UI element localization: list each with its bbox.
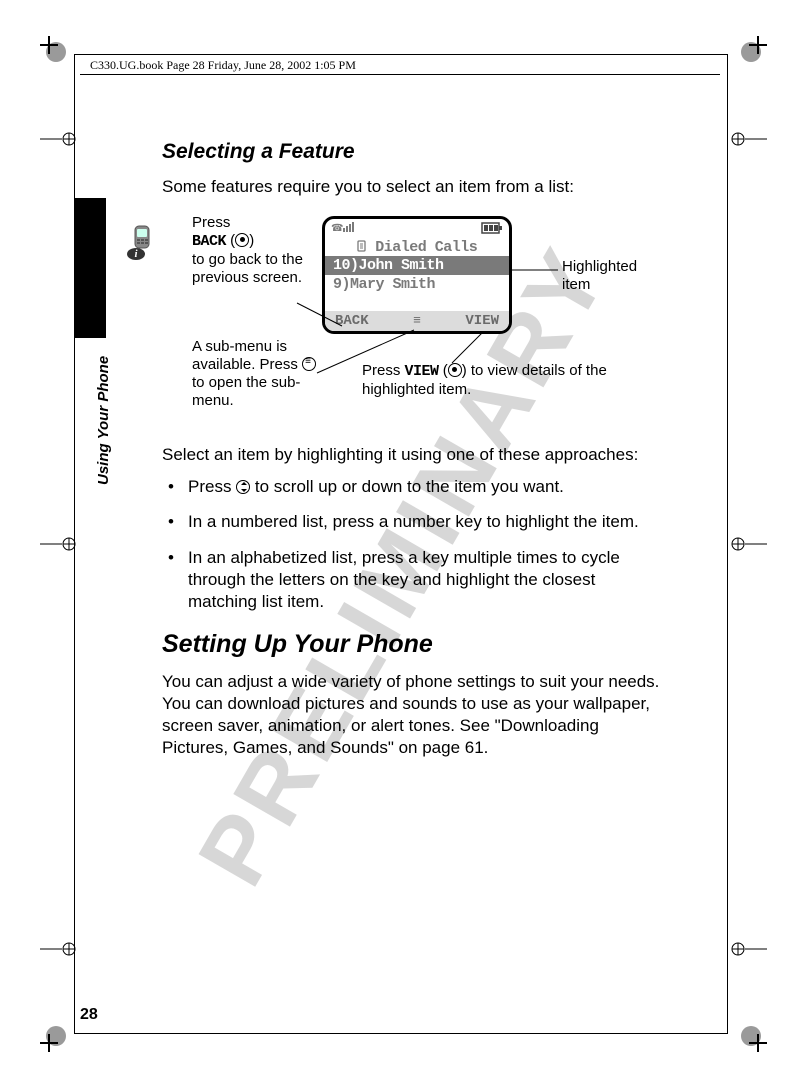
section-heading: Setting Up Your Phone bbox=[162, 630, 667, 659]
text: to scroll up or down to the item you wan… bbox=[250, 477, 564, 496]
callout-highlighted: Highlighted item bbox=[562, 258, 662, 294]
subheading: Selecting a Feature bbox=[162, 140, 667, 164]
nav-key-icon bbox=[236, 480, 250, 494]
registration-mark bbox=[731, 942, 767, 956]
side-label: Using Your Phone bbox=[95, 356, 112, 485]
menu-key-icon bbox=[302, 357, 316, 371]
list-item: In a numbered list, press a number key t… bbox=[162, 511, 667, 533]
text: to open the sub-menu. bbox=[192, 374, 300, 409]
crop-mark bbox=[749, 36, 767, 54]
paragraph: Select an item by highlighting it using … bbox=[162, 444, 667, 466]
registration-mark bbox=[731, 537, 767, 551]
list-item: In an alphabetized list, press a key mul… bbox=[162, 547, 667, 612]
crop-mark bbox=[40, 36, 58, 54]
crop-mark bbox=[749, 1034, 767, 1052]
registration-mark bbox=[40, 942, 76, 956]
softkey-right: VIEW bbox=[465, 313, 499, 329]
callout-back: Press BACK () to go back to the previous… bbox=[192, 214, 312, 287]
svg-text:☎: ☎ bbox=[331, 223, 343, 234]
screen-title-text: Dialed Calls bbox=[375, 239, 477, 256]
screen-row-highlighted: 10)John Smith bbox=[325, 256, 509, 275]
list-item: Press to scroll up or down to the item y… bbox=[162, 476, 667, 498]
screen-title: Dialed Calls bbox=[325, 239, 509, 256]
registration-mark bbox=[40, 132, 76, 146]
bullet-list: Press to scroll up or down to the item y… bbox=[162, 476, 667, 613]
phone-screen: ☎ Dialed Calls 10)John Smith 9)Mary Smit… bbox=[322, 216, 512, 334]
battery-icon bbox=[481, 221, 503, 239]
text: Press bbox=[188, 477, 236, 496]
callout-view: Press VIEW () to view details of the hig… bbox=[362, 362, 642, 399]
crop-mark bbox=[40, 1034, 58, 1052]
softkey-mid: ≡ bbox=[413, 313, 421, 328]
text: A sub-menu is available. Press bbox=[192, 338, 298, 373]
content-area: Selecting a Feature Some features requir… bbox=[162, 140, 667, 768]
softkey-left: BACK bbox=[335, 313, 369, 329]
text: Press bbox=[362, 362, 400, 379]
header-rule bbox=[80, 74, 720, 75]
text: Press bbox=[192, 214, 230, 231]
running-header: C330.UG.book Page 28 Friday, June 28, 20… bbox=[90, 58, 356, 73]
figure: i Press BACK () to go back to the previo… bbox=[162, 208, 662, 438]
status-row: ☎ bbox=[325, 219, 509, 239]
thumb-tab bbox=[74, 198, 106, 338]
registration-mark bbox=[731, 132, 767, 146]
view-key-label: VIEW bbox=[405, 363, 439, 380]
softkey-dot-icon bbox=[235, 233, 249, 247]
phone-icon: i bbox=[126, 224, 158, 262]
softkey-dot-icon bbox=[448, 363, 462, 377]
paragraph: You can adjust a wide variety of phone s… bbox=[162, 671, 667, 758]
back-key-label: BACK bbox=[192, 233, 226, 250]
registration-mark bbox=[40, 537, 76, 551]
intro-paragraph: Some features require you to select an i… bbox=[162, 176, 667, 198]
signal-icon: ☎ bbox=[331, 220, 359, 239]
text: to go back to the previous screen. bbox=[192, 251, 303, 286]
screen-row: 9)Mary Smith bbox=[325, 275, 509, 294]
softkey-row: BACK ≡ VIEW bbox=[325, 311, 509, 331]
page-number: 28 bbox=[80, 1006, 98, 1024]
callout-submenu: A sub-menu is available. Press to open t… bbox=[192, 338, 320, 410]
